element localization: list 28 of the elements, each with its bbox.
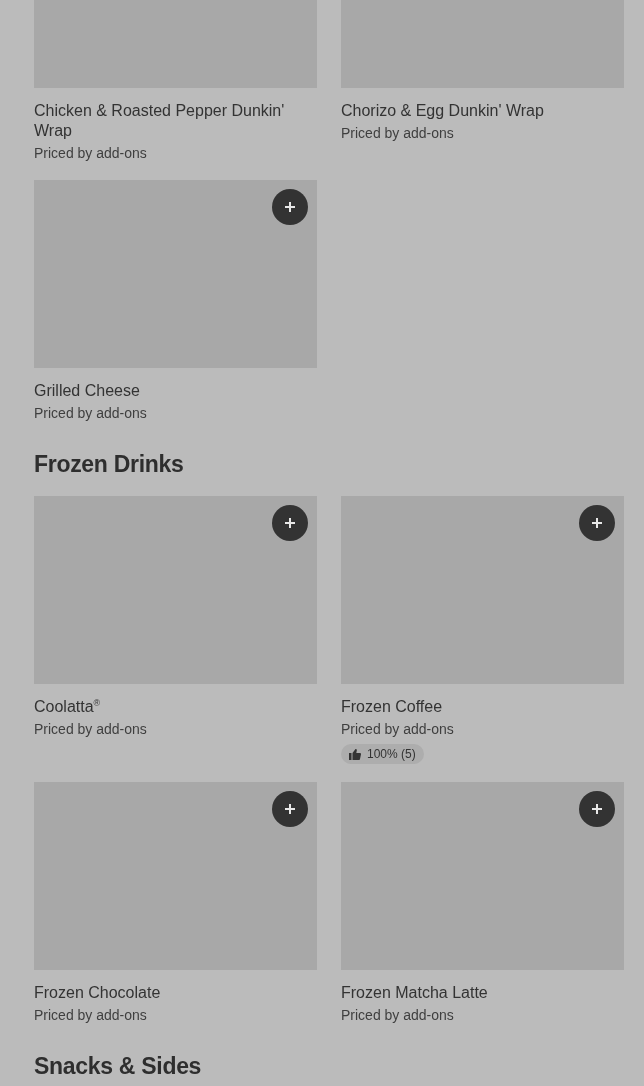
item-price: Priced by add-ons <box>341 1006 455 1024</box>
section-heading: Frozen Drinks <box>34 450 185 478</box>
add-button[interactable] <box>272 791 308 827</box>
item-name: Coolatta$^{®}$ <box>34 697 102 717</box>
add-button[interactable] <box>579 791 615 827</box>
item-price: Priced by add-ons <box>341 124 455 142</box>
add-button[interactable] <box>272 505 308 541</box>
section-heading: Snacks & Sides <box>34 1052 203 1080</box>
item-price: Priced by add-ons <box>34 1006 148 1024</box>
item-name: Chorizo & Egg Dunkin' Wrap <box>341 101 545 121</box>
add-button[interactable] <box>272 189 308 225</box>
thumbs-up-icon <box>349 748 361 760</box>
item-name: Grilled Cheese <box>34 381 141 401</box>
item-price: Priced by add-ons <box>34 144 148 162</box>
item-price: Priced by add-ons <box>34 720 148 738</box>
plus-icon <box>284 517 296 529</box>
item-name: Chicken & Roasted Pepper Dunkin' Wrap <box>34 101 286 141</box>
item-name: Frozen Chocolate <box>34 983 162 1003</box>
rating-text: 100% (5) <box>367 747 416 761</box>
item-price: Priced by add-ons <box>34 404 148 422</box>
plus-icon <box>591 803 603 815</box>
plus-icon <box>591 517 603 529</box>
item-name: Frozen Matcha Latte <box>341 983 489 1003</box>
plus-icon <box>284 803 296 815</box>
plus-icon <box>284 201 296 213</box>
item-price: Priced by add-ons <box>341 720 455 738</box>
item-name: Frozen Coffee <box>341 697 444 717</box>
add-button[interactable] <box>579 505 615 541</box>
